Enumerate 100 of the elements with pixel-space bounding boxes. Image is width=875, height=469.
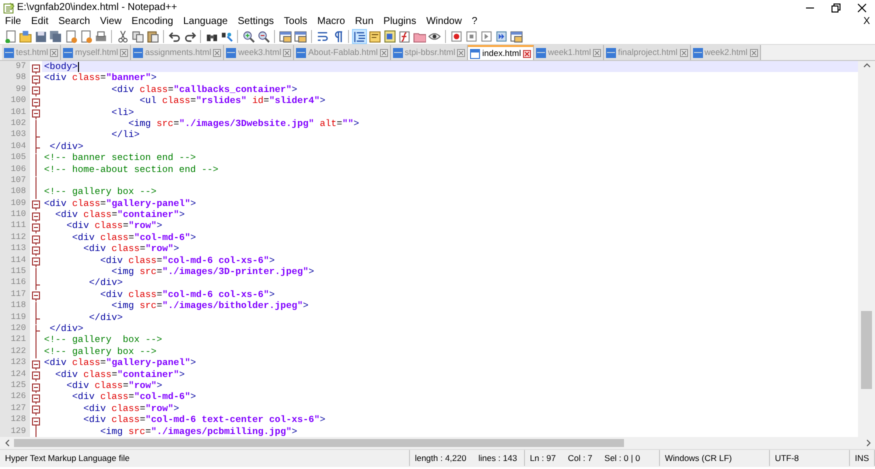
copy-icon[interactable] xyxy=(130,28,144,44)
menu-item[interactable]: Plugins xyxy=(378,15,422,28)
tab-close-icon[interactable] xyxy=(457,48,466,56)
menu-item[interactable]: Language xyxy=(178,15,233,28)
line-number: 115 xyxy=(10,266,27,278)
scroll-right-icon[interactable] xyxy=(864,439,872,447)
code-line: <img src="./images/3D-printer.jpeg"> xyxy=(110,266,314,278)
fold-marker-icon[interactable] xyxy=(30,402,42,418)
code-line: <div class="col-md-6 col-xs-6"> xyxy=(99,288,275,300)
tab-close-icon[interactable] xyxy=(750,48,758,56)
menu-item[interactable]: File xyxy=(0,15,26,28)
play-icon[interactable] xyxy=(478,28,494,44)
open-folder-icon[interactable] xyxy=(18,28,32,44)
fast-forward-icon[interactable] xyxy=(494,28,508,44)
tab-close-icon[interactable] xyxy=(380,48,388,56)
code-line: <div class="row"> xyxy=(82,402,180,414)
file-icon xyxy=(392,48,403,58)
tab-close-icon[interactable] xyxy=(680,48,688,56)
document-map-icon[interactable] xyxy=(382,28,396,44)
code-line: <div class="callbacks_container"> xyxy=(110,84,298,95)
fold-marker-icon[interactable] xyxy=(30,368,42,384)
paste-icon[interactable] xyxy=(144,28,160,44)
code-line: <div class="col-md-6 text-center col-xs-6"> xyxy=(82,414,326,426)
line-number: 126 xyxy=(10,391,27,403)
fold-marker-icon[interactable] xyxy=(30,106,42,122)
tab-close-icon[interactable] xyxy=(283,48,292,56)
close-document-button[interactable]: X xyxy=(863,15,870,28)
file-icon xyxy=(133,48,144,58)
code-line: <div class="col-md-6 col-xs-6"> xyxy=(99,254,275,266)
sync-horizontal-icon[interactable] xyxy=(292,28,308,44)
line-number: 121 xyxy=(10,334,27,346)
text-cursor xyxy=(78,62,79,72)
tab-close-icon[interactable] xyxy=(120,48,128,56)
status-text: Windows (CR LF) xyxy=(664,452,732,465)
stop-icon[interactable] xyxy=(464,28,478,44)
menu-item[interactable]: Encoding xyxy=(126,15,178,28)
status-text: Ln : 97 xyxy=(530,452,556,465)
line-number: 97 xyxy=(14,61,27,72)
tab-close-icon[interactable] xyxy=(50,48,58,56)
code-line: <!-- home-about section end --> xyxy=(44,164,218,175)
file-icon xyxy=(63,48,74,58)
status-text: Sel : 0 | 0 xyxy=(604,452,640,465)
code-line: <li> xyxy=(110,106,134,118)
indent-guide-icon[interactable] xyxy=(352,28,366,44)
function-list-icon[interactable] xyxy=(396,28,412,44)
scroll-left-icon[interactable] xyxy=(2,439,10,447)
fold-marker-icon[interactable] xyxy=(30,84,42,99)
record-icon[interactable] xyxy=(448,28,464,44)
line-number: 124 xyxy=(10,368,27,380)
code-line: <div class="container"> xyxy=(54,209,185,220)
line-number: 127 xyxy=(10,402,27,414)
status-text: INS xyxy=(854,452,869,465)
code-line: <div class="col-md-6"> xyxy=(71,391,196,402)
zoom-in-icon[interactable] xyxy=(240,28,256,44)
fold-marker-icon[interactable] xyxy=(30,254,42,270)
menu-item[interactable]: ? xyxy=(466,15,482,28)
sync-vertical-icon[interactable] xyxy=(278,28,292,44)
menu-item[interactable]: Run xyxy=(350,15,378,28)
line-number: 119 xyxy=(10,312,27,323)
line-number: 98 xyxy=(14,72,27,84)
menu-item[interactable]: Settings xyxy=(232,15,279,28)
menu-item[interactable]: Window xyxy=(421,15,467,28)
code-line: <div class="col-md-6"> xyxy=(71,232,196,243)
line-number: 107 xyxy=(10,174,27,186)
code-line: <body> xyxy=(44,61,78,72)
scrollbar-thumb[interactable] xyxy=(861,311,872,389)
menu-item[interactable]: Tools xyxy=(278,15,312,28)
file-tab[interactable]: index.html xyxy=(468,45,534,60)
window-title: E:\vgnfab20\index.html - Notepad++ xyxy=(17,1,178,15)
code-line: </div> xyxy=(88,312,123,323)
app-icon xyxy=(2,2,14,14)
file-icon xyxy=(606,48,616,58)
menu-item[interactable]: Search xyxy=(53,15,96,28)
new-file-icon[interactable] xyxy=(2,28,18,44)
line-number: 99 xyxy=(14,84,27,96)
file-icon xyxy=(692,48,703,58)
file-icon xyxy=(296,48,306,58)
menu-item[interactable]: Edit xyxy=(26,15,54,28)
line-number: 129 xyxy=(10,426,27,437)
fold-marker-icon[interactable] xyxy=(30,198,42,213)
save-all-icon[interactable] xyxy=(48,28,62,44)
tab-close-icon[interactable] xyxy=(523,50,531,58)
zoom-out-icon[interactable] xyxy=(256,28,270,44)
line-number: 109 xyxy=(10,198,27,210)
line-number: 101 xyxy=(10,106,27,118)
menu-item[interactable]: View xyxy=(95,15,127,28)
fold-marker-icon[interactable] xyxy=(30,288,42,304)
code-line: <!-- gallery box --> xyxy=(44,334,162,346)
menu-item[interactable]: Macro xyxy=(312,15,350,28)
language-icon[interactable] xyxy=(366,28,382,44)
code-line: <ul class="rslides" id="slider4"> xyxy=(138,95,326,106)
scrollbar-thumb[interactable] xyxy=(14,439,624,447)
tab-close-icon[interactable] xyxy=(213,48,222,56)
file-icon xyxy=(226,48,236,58)
tab-close-icon[interactable] xyxy=(593,48,601,56)
save-macro-icon[interactable] xyxy=(508,28,524,44)
line-number: 111 xyxy=(10,220,27,232)
status-text: UTF-8 xyxy=(774,452,799,465)
line-number: 100 xyxy=(10,95,27,107)
code-line: <!-- gallery box --> xyxy=(44,346,157,357)
